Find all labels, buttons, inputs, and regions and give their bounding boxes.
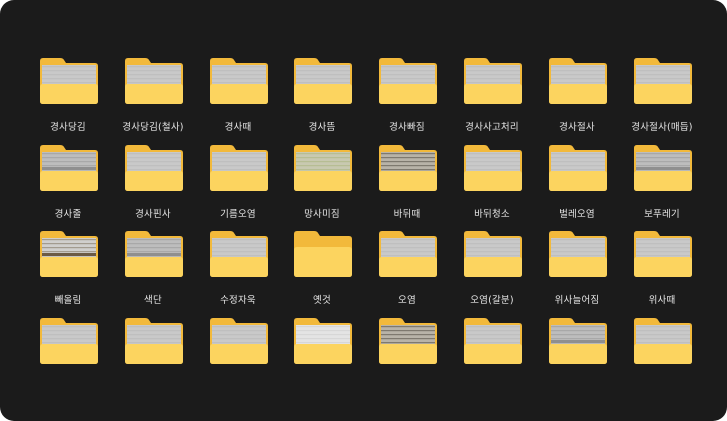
- folder-icon: [38, 144, 100, 192]
- folder-item[interactable]: [196, 317, 280, 397]
- folder-icon: [123, 230, 185, 278]
- folder-grid: 경사당김 경사당김(철사) 경사때 경사뜸 경사빠짐 경사사고처리 경사절사 경사절사(매듭)…: [0, 0, 727, 421]
- folder-item[interactable]: 경사당김(철사): [111, 57, 195, 137]
- folder-icon: [208, 144, 270, 192]
- folder-label: 빼올림: [54, 295, 82, 306]
- folder-icon: [38, 230, 100, 278]
- folder-label: 위사때: [648, 295, 676, 306]
- folder-item[interactable]: 경사뜸: [280, 57, 364, 137]
- folder-label: 경사줄: [54, 209, 82, 220]
- folder-item[interactable]: 바뒤청소: [450, 144, 534, 224]
- folder-icon: [208, 230, 270, 278]
- folder-item[interactable]: [535, 317, 619, 397]
- folder-label: 벌레오염: [559, 209, 595, 220]
- folder-label: 옛것: [313, 295, 331, 306]
- folder-icon: [292, 230, 354, 278]
- folder-item[interactable]: 위사늘어짐: [535, 230, 619, 310]
- folder-label: 경사때: [224, 122, 252, 133]
- folder-item[interactable]: 경사핀사: [111, 144, 195, 224]
- folder-item[interactable]: 경사때: [196, 57, 280, 137]
- folder-icon: [462, 230, 524, 278]
- folder-item[interactable]: 망사미짐: [280, 144, 364, 224]
- folder-item[interactable]: 오염: [365, 230, 449, 310]
- folder-label: 바뒤때: [393, 209, 421, 220]
- folder-item[interactable]: [365, 317, 449, 397]
- folder-icon: [38, 317, 100, 365]
- folder-item[interactable]: 경사절사: [535, 57, 619, 137]
- file-browser-window: 경사당김 경사당김(철사) 경사때 경사뜸 경사빠짐 경사사고처리 경사절사 경사절사(매듭)…: [0, 0, 727, 421]
- folder-icon: [462, 144, 524, 192]
- folder-icon: [547, 317, 609, 365]
- folder-label: 바뒤청소: [474, 209, 510, 220]
- folder-label: 수정자욱: [220, 295, 256, 306]
- folder-icon: [632, 144, 694, 192]
- folder-item[interactable]: 위사때: [620, 230, 704, 310]
- folder-item[interactable]: 벌레오염: [535, 144, 619, 224]
- folder-item[interactable]: [620, 317, 704, 397]
- folder-label: 경사절사(매듭): [631, 122, 693, 133]
- folder-item[interactable]: 경사절사(매듭): [620, 57, 704, 137]
- folder-icon: [547, 144, 609, 192]
- folder-item[interactable]: [111, 317, 195, 397]
- folder-icon: [462, 317, 524, 365]
- folder-label: 보푸레기: [644, 209, 680, 220]
- folder-label: 색단: [144, 295, 162, 306]
- folder-item[interactable]: [450, 317, 534, 397]
- folder-icon: [632, 57, 694, 105]
- folder-icon: [377, 57, 439, 105]
- folder-item[interactable]: 색단: [111, 230, 195, 310]
- folder-label: 경사당김(철사): [122, 122, 184, 133]
- folder-item[interactable]: 경사빠짐: [365, 57, 449, 137]
- folder-icon: [292, 144, 354, 192]
- folder-label: 경사뜸: [308, 122, 336, 133]
- folder-item[interactable]: 수정자욱: [196, 230, 280, 310]
- folder-icon: [292, 317, 354, 365]
- folder-icon: [377, 230, 439, 278]
- folder-item[interactable]: 경사사고처리: [450, 57, 534, 137]
- folder-icon: [208, 317, 270, 365]
- folder-icon: [123, 57, 185, 105]
- folder-label: 망사미짐: [304, 209, 340, 220]
- folder-item[interactable]: 오염(갈분): [450, 230, 534, 310]
- folder-label: 경사빠짐: [389, 122, 425, 133]
- folder-icon: [547, 230, 609, 278]
- folder-item[interactable]: [280, 317, 364, 397]
- folder-label: 위사늘어짐: [554, 295, 600, 306]
- folder-icon: [123, 317, 185, 365]
- folder-label: 오염: [398, 295, 416, 306]
- folder-item[interactable]: 경사줄: [26, 144, 110, 224]
- folder-label: 경사절사: [559, 122, 595, 133]
- folder-icon: [123, 144, 185, 192]
- folder-item[interactable]: 경사당김: [26, 57, 110, 137]
- folder-icon: [632, 230, 694, 278]
- folder-label: 경사당김: [50, 122, 86, 133]
- folder-item[interactable]: 기름오염: [196, 144, 280, 224]
- folder-item[interactable]: 바뒤때: [365, 144, 449, 224]
- folder-icon: [377, 144, 439, 192]
- folder-item[interactable]: 옛것: [280, 230, 364, 310]
- folder-icon: [547, 57, 609, 105]
- folder-label: 기름오염: [220, 209, 256, 220]
- folder-icon: [462, 57, 524, 105]
- folder-icon: [377, 317, 439, 365]
- folder-icon: [38, 57, 100, 105]
- folder-item[interactable]: 보푸레기: [620, 144, 704, 224]
- folder-label: 경사핀사: [135, 209, 171, 220]
- folder-label: 오염(갈분): [470, 295, 514, 306]
- folder-label: 경사사고처리: [465, 122, 519, 133]
- folder-item[interactable]: 빼올림: [26, 230, 110, 310]
- folder-icon: [292, 57, 354, 105]
- folder-icon: [632, 317, 694, 365]
- folder-item[interactable]: [26, 317, 110, 397]
- folder-icon: [208, 57, 270, 105]
